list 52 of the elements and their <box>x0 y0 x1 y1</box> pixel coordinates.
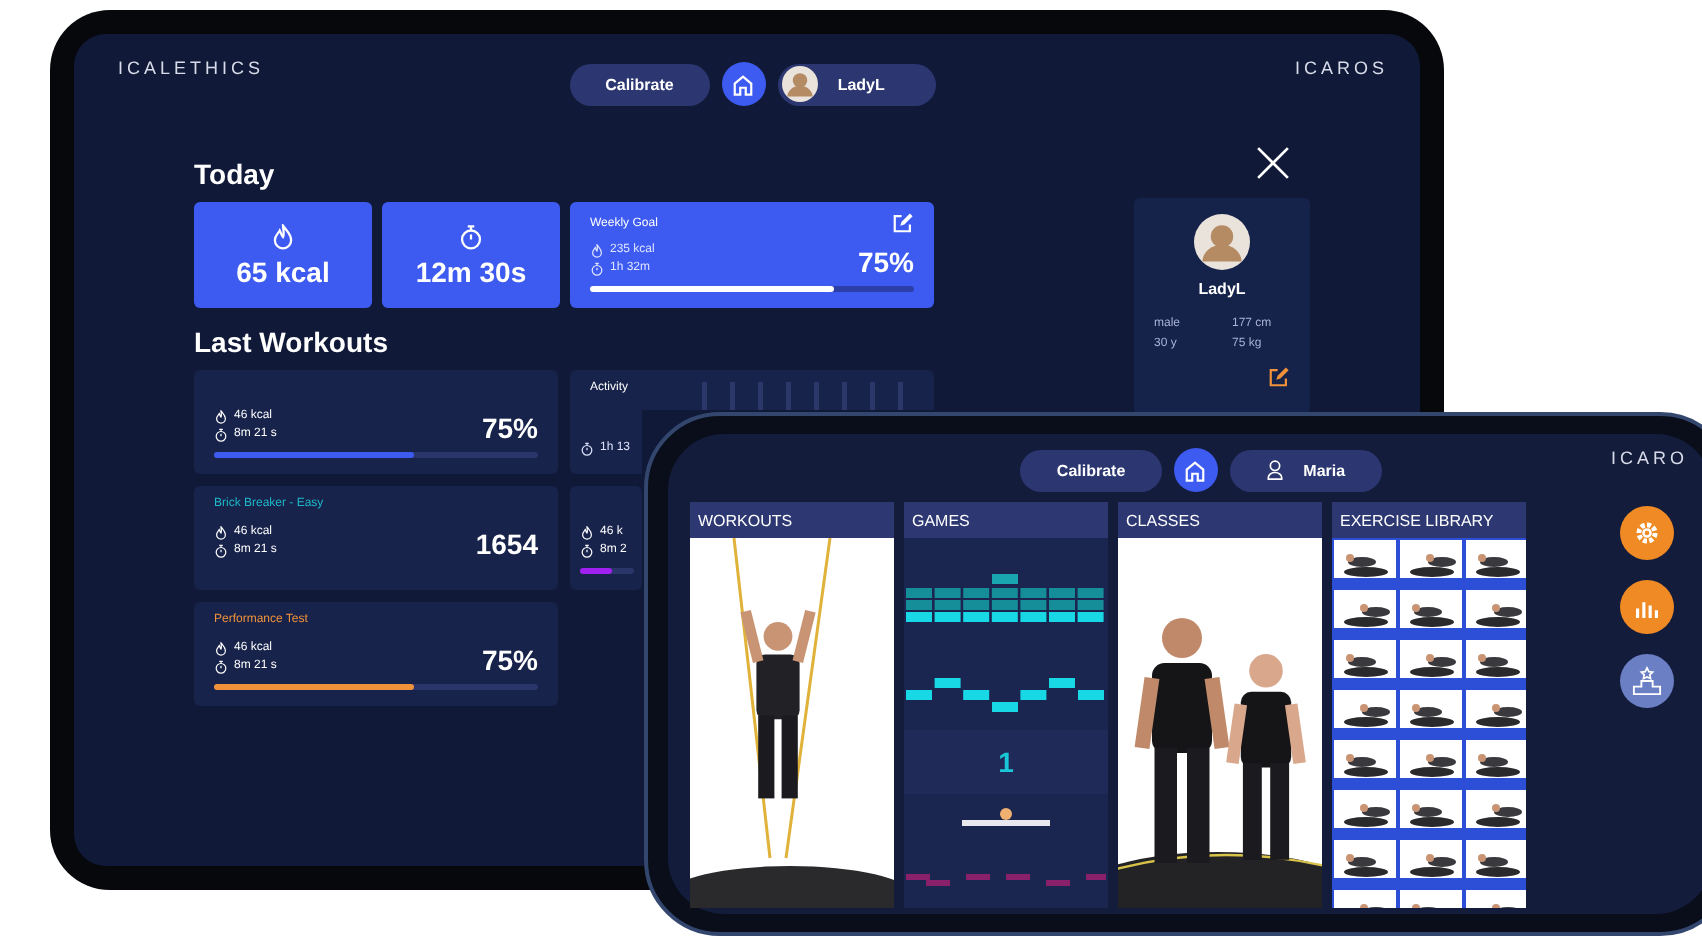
settings-icon <box>1634 520 1660 546</box>
paddle-drawing <box>962 806 1050 826</box>
stopwatch-icon <box>590 262 604 276</box>
flame-icon <box>580 526 594 540</box>
result-value: 1654 <box>475 528 538 560</box>
calibrate-button[interactable]: Calibrate <box>569 63 710 105</box>
podium-icon <box>1632 666 1662 696</box>
flame-icon <box>214 410 228 424</box>
category-tile[interactable]: GAMES 1 <box>904 502 1108 908</box>
result-value: 75% <box>481 412 538 444</box>
user-button[interactable]: Maria <box>1229 449 1382 491</box>
stopwatch-icon <box>214 544 228 558</box>
category-tile[interactable]: CLASSES <box>1118 502 1322 908</box>
bar-chart-icon <box>1634 596 1660 618</box>
avatar-icon <box>781 66 818 102</box>
stopwatch-icon <box>214 428 228 442</box>
round-button[interactable] <box>1620 580 1674 634</box>
flame-icon <box>214 526 228 540</box>
home-icon <box>1184 459 1207 481</box>
profile-name: LadyL <box>1198 280 1246 298</box>
category-tile[interactable]: EXERCISE LIBRARY <box>1332 502 1526 908</box>
stopwatch-icon <box>580 442 594 456</box>
brand-logo: ICARO <box>1610 448 1690 468</box>
flame-icon <box>214 642 228 656</box>
edit-icon[interactable] <box>1268 366 1290 388</box>
tile-header: CLASSES <box>1118 502 1322 538</box>
stopwatch-icon <box>580 544 594 558</box>
tile-value: 12m 30s <box>415 255 527 287</box>
score: 1 <box>904 730 1108 794</box>
tile-header: EXERCISE LIBRARY <box>1332 502 1526 538</box>
brand-logo: ICALETHICS <box>118 56 267 78</box>
result-value: 75% <box>481 644 538 676</box>
round-button[interactable] <box>1620 506 1674 560</box>
calibrate-button[interactable]: Calibrate <box>1020 449 1162 491</box>
user-button[interactable]: LadyL <box>777 63 937 105</box>
stopwatch-icon <box>214 660 228 674</box>
brand-logo: ICAROS <box>1294 56 1388 78</box>
user-icon <box>1265 460 1284 480</box>
home-button[interactable] <box>1173 448 1218 492</box>
home-icon <box>732 73 755 95</box>
tile-value: 65 kcal <box>236 255 330 287</box>
home-button[interactable] <box>721 62 766 106</box>
section-title: Last Workouts <box>194 326 390 358</box>
tile-header: WORKOUTS <box>690 502 894 538</box>
category-tile[interactable]: WORKOUTS <box>690 502 894 908</box>
tile-header: GAMES <box>904 502 1108 538</box>
flame-icon <box>590 244 604 258</box>
section-title: Today <box>194 158 277 190</box>
flame-icon <box>270 223 296 249</box>
stopwatch-icon <box>458 223 484 249</box>
goal-percent: 75% <box>857 246 914 278</box>
round-button[interactable] <box>1620 654 1674 708</box>
